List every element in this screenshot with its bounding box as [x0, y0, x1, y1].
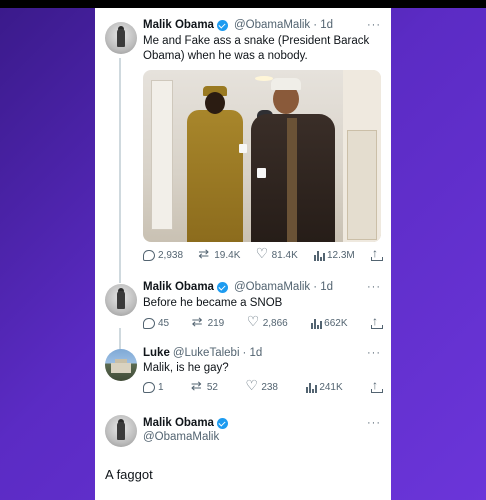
reply-button[interactable]: 45: [143, 318, 169, 329]
share-icon: [370, 246, 383, 261]
share-icon: [370, 378, 383, 393]
top-bar: [0, 0, 486, 8]
view-count: 241K: [319, 382, 343, 393]
avatar-figure-body: [117, 29, 125, 47]
tweet-photo[interactable]: [143, 70, 381, 242]
views-icon: [313, 250, 325, 261]
share-button[interactable]: [370, 246, 383, 261]
retweet-button[interactable]: 219: [192, 314, 225, 330]
share-icon: [370, 314, 383, 329]
like-button[interactable]: 238: [245, 377, 278, 394]
display-name[interactable]: Malik Obama: [143, 281, 214, 293]
retweet-count: 19.4K: [214, 250, 241, 261]
photo-cup: [257, 168, 266, 178]
avatar[interactable]: [105, 349, 137, 381]
retweet-count: 52: [206, 382, 218, 393]
tweet-header: Luke @LukeTalebi · 1d: [143, 347, 262, 359]
tweet-time[interactable]: · 1d: [313, 281, 333, 293]
user-handle[interactable]: @ObamaMalik: [143, 431, 219, 443]
views-icon: [306, 382, 317, 393]
heart-icon: [245, 377, 258, 394]
verified-badge-icon: [216, 281, 228, 293]
more-options-icon[interactable]: ···: [367, 281, 381, 293]
tweet-text: A faggot: [105, 467, 153, 482]
tweet-thread-card: Malik Obama @ObamaMalik · 1d ··· Me and …: [95, 8, 391, 500]
heart-icon: [256, 245, 269, 262]
avatar-building: [111, 363, 131, 373]
display-name[interactable]: Luke: [143, 347, 170, 359]
avatar[interactable]: [105, 284, 137, 316]
more-options-icon[interactable]: ···: [367, 347, 381, 359]
photo-cabinet: [347, 130, 377, 240]
tweet-time[interactable]: · 1d: [243, 347, 263, 359]
avatar[interactable]: [105, 22, 137, 54]
tweet-time[interactable]: · 1d: [313, 19, 333, 31]
tweet-actions: 1 52 238 241K: [143, 377, 383, 394]
reply-count: 45: [158, 318, 170, 329]
photo-door: [151, 80, 173, 230]
reply-icon: [143, 382, 155, 393]
reply-button[interactable]: 2,938: [143, 250, 183, 261]
reply-button[interactable]: 1: [143, 382, 164, 393]
like-count: 2,866: [262, 318, 288, 329]
tweet-text: Malik, is he gay?: [143, 362, 229, 374]
tweet-text: Before he became a SNOB: [143, 297, 283, 309]
retweet-button[interactable]: 52: [191, 378, 218, 394]
photo-cup: [239, 144, 247, 153]
display-name[interactable]: Malik Obama: [143, 19, 214, 31]
reply-icon: [143, 318, 155, 329]
photo-robe-stripe: [287, 118, 297, 242]
reply-icon: [143, 250, 155, 261]
views-button[interactable]: 241K: [306, 382, 343, 393]
verified-badge-icon: [216, 417, 228, 429]
photo-ceiling-light: [255, 76, 273, 81]
retweet-icon: [192, 314, 205, 330]
avatar[interactable]: [105, 415, 137, 447]
share-button[interactable]: [370, 378, 383, 393]
more-options-icon[interactable]: ···: [367, 19, 381, 31]
views-button[interactable]: 662K: [311, 318, 348, 329]
like-count: 238: [261, 382, 278, 393]
photo-person-right-kufi: [271, 78, 301, 90]
like-count: 81.4K: [271, 250, 298, 261]
reply-count: 2,938: [158, 250, 184, 261]
retweet-count: 219: [207, 318, 225, 329]
view-count: 662K: [324, 318, 348, 329]
retweet-icon: [198, 246, 211, 262]
tweet-header: Malik Obama @ObamaMalik · 1d: [143, 281, 333, 293]
user-handle[interactable]: @ObamaMalik: [234, 281, 310, 293]
thread-connector: [119, 58, 121, 283]
tweet-actions: 45 219 2,866 662K: [143, 313, 383, 330]
retweet-icon: [191, 378, 204, 394]
heart-icon: [247, 313, 260, 330]
avatar-figure-body: [117, 291, 125, 309]
reply-count: 1: [158, 382, 164, 393]
views-icon: [311, 318, 322, 329]
user-handle[interactable]: @LukeTalebi: [173, 347, 240, 359]
share-button[interactable]: [370, 314, 383, 329]
view-count: 12.3M: [326, 250, 355, 261]
more-options-icon[interactable]: ···: [367, 417, 381, 429]
like-button[interactable]: 2,866: [247, 313, 288, 330]
display-name[interactable]: Malik Obama: [143, 417, 214, 429]
tweet-header: Malik Obama: [143, 417, 231, 429]
like-button[interactable]: 81.4K: [256, 245, 298, 262]
tweet-header: Malik Obama @ObamaMalik · 1d: [143, 19, 333, 31]
avatar-figure-body: [117, 422, 125, 440]
retweet-button[interactable]: 19.4K: [198, 246, 241, 262]
tweet-text: Me and Fake ass a snake (President Barac…: [143, 35, 370, 62]
photo-person-left: [187, 110, 243, 242]
verified-badge-icon: [216, 19, 228, 31]
tweet-actions: 2,938 19.4K 81.4K 12.3M: [143, 245, 383, 262]
user-handle[interactable]: @ObamaMalik: [234, 19, 310, 31]
photo-person-left-head: [205, 92, 225, 114]
views-button[interactable]: 12.3M: [313, 250, 355, 261]
